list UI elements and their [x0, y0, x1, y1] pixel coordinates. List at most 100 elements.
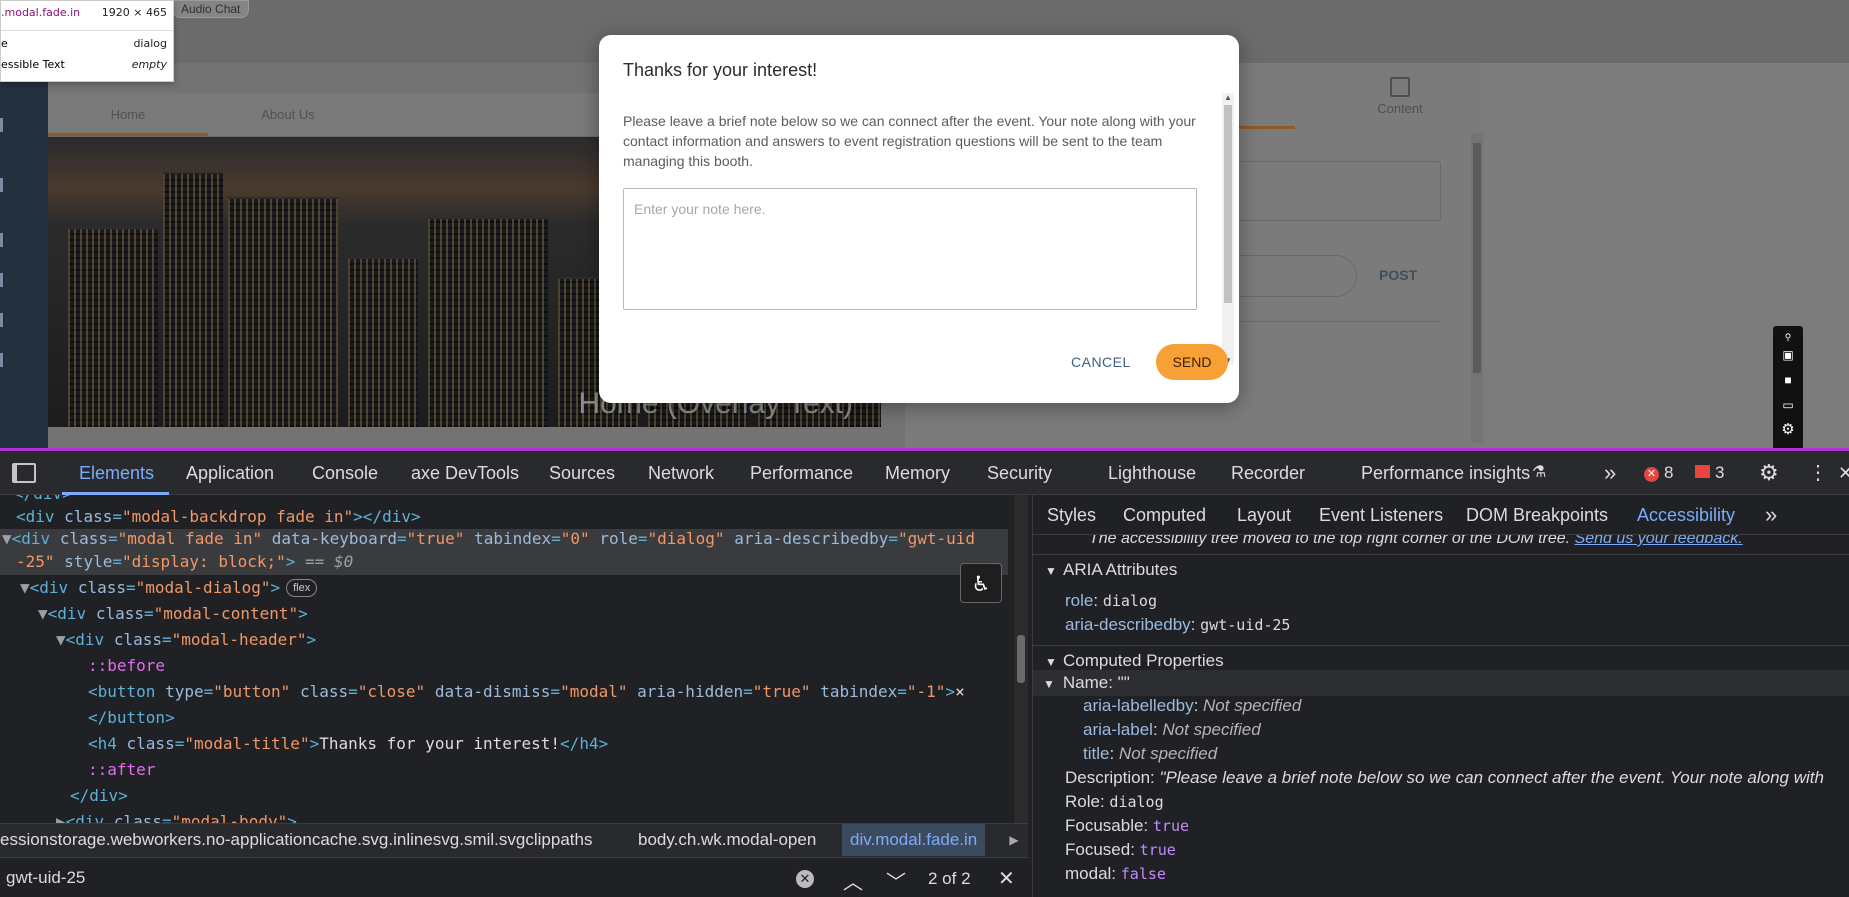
breadcrumb-item[interactable]: essionstorage.webworkers.no-applicationc…: [0, 824, 592, 856]
name-source-label: aria-label: Not specified: [1083, 720, 1261, 739]
accessibility-tree-toggle[interactable]: ♿: [960, 563, 1002, 603]
search-bar: gwt-uid-25 ✕ ︿ ﹀ 2 of 2 ✕: [0, 857, 1028, 897]
video-icon[interactable]: ■: [1779, 373, 1797, 387]
device-toggle-icon[interactable]: [12, 463, 36, 483]
dom-line-selected[interactable]: ▼<div class="modal fade in" data-keyboar…: [2, 526, 975, 551]
tab-content[interactable]: Content: [1335, 77, 1465, 116]
note-textarea[interactable]: [623, 188, 1197, 310]
dom-line[interactable]: ▼<div class="modal-dialog"> flex: [20, 575, 318, 600]
tab-dom-breakpoints[interactable]: DOM Breakpoints: [1466, 495, 1608, 535]
name-row-highlight: [1033, 670, 1849, 696]
dom-line-selected[interactable]: -25" style="display: block;"> == $0: [16, 549, 353, 574]
scroll-up-icon[interactable]: ▲: [1224, 93, 1232, 102]
breadcrumb-item-selected[interactable]: div.modal.fade.in: [842, 824, 986, 856]
tab-about-us[interactable]: About Us: [218, 93, 358, 137]
dom-line[interactable]: ▶<div class="modal-body">: [56, 809, 297, 823]
gear-icon[interactable]: ⚙: [1779, 422, 1797, 437]
next-match-icon[interactable]: ﹀: [886, 866, 906, 895]
tab-event-listeners[interactable]: Event Listeners: [1319, 495, 1443, 535]
tab-recorder[interactable]: Recorder: [1231, 451, 1305, 495]
tab-security[interactable]: Security: [987, 451, 1052, 495]
dom-line[interactable]: </button>: [88, 705, 175, 730]
dom-line[interactable]: ▼<div class="modal-header">: [56, 627, 316, 652]
name-source-labelledby: aria-labelledby: Not specified: [1083, 696, 1302, 715]
dom-line[interactable]: <h4 class="modal-title">Thanks for your …: [88, 731, 608, 756]
breadcrumb-scroll-right-icon[interactable]: ▶: [1000, 824, 1028, 856]
aria-describedby: aria-describedby: gwt-uid-25: [1065, 615, 1291, 634]
dom-line[interactable]: ::after: [88, 757, 155, 782]
aria-role: role: dialog: [1065, 591, 1157, 610]
tab-network[interactable]: Network: [648, 451, 714, 495]
kebab-menu-icon[interactable]: ⋮: [1808, 451, 1828, 495]
close-search-icon[interactable]: ✕: [998, 866, 1015, 891]
tooltip-role-value: dialog: [133, 37, 167, 50]
tab-axe-devtools[interactable]: axe DevTools: [411, 451, 519, 495]
tab-performance[interactable]: Performance: [750, 451, 853, 495]
right-panel-scrollbar[interactable]: [1471, 133, 1483, 443]
audio-chat-tab[interactable]: Audio Chat: [172, 0, 250, 18]
tab-memory[interactable]: Memory: [885, 451, 950, 495]
modal-scrollbar[interactable]: ▲ ▼: [1222, 93, 1234, 365]
clear-search-icon[interactable]: ✕: [796, 870, 814, 888]
computed-role: Role: dialog: [1065, 792, 1164, 811]
dom-tree-scrollbar[interactable]: [1014, 495, 1028, 823]
computed-focusable: Focusable: true: [1065, 816, 1190, 835]
search-input[interactable]: gwt-uid-25: [6, 868, 85, 888]
previous-match-icon[interactable]: ︿: [843, 866, 863, 895]
side-pane: Styles Computed Layout Event Listeners D…: [1032, 495, 1849, 897]
camera-icon[interactable]: ▣: [1779, 348, 1797, 362]
dom-line[interactable]: ::before: [88, 653, 165, 678]
modal-title: Thanks for your interest!: [623, 60, 818, 80]
dom-line[interactable]: </div>: [70, 783, 128, 808]
tab-content-label: Content: [1377, 101, 1423, 116]
tooltip-size: 1920 × 465: [101, 6, 167, 19]
window-icon[interactable]: ▭: [1779, 398, 1797, 412]
flex-badge[interactable]: flex: [286, 579, 318, 597]
name-source-title: title: Not specified: [1083, 744, 1218, 763]
accessibility-icon: ♿: [973, 569, 989, 597]
devtools-tabbar: Elements Application Console axe DevTool…: [0, 451, 1849, 495]
tooltip-text-label: essible Text: [1, 58, 65, 71]
inspect-tooltip: .modal.fade.in 1920 × 465 e dialog essible…: [0, 0, 174, 82]
tab-computed[interactable]: Computed: [1123, 495, 1206, 535]
feedback-link[interactable]: Send us your feedback.: [1575, 535, 1743, 547]
error-icon: ✕: [1644, 467, 1659, 482]
tab-styles[interactable]: Styles: [1047, 495, 1096, 535]
issues-badge[interactable]: 3: [1695, 463, 1724, 483]
grid-icon: [1390, 77, 1410, 97]
breadcrumb-item[interactable]: body.ch.wk.modal-open: [638, 824, 816, 856]
send-button[interactable]: SEND: [1156, 344, 1228, 380]
cancel-button[interactable]: CANCEL: [1071, 354, 1131, 370]
dom-line[interactable]: <button type="button" class="close" data…: [88, 679, 965, 704]
tab-console[interactable]: Console: [312, 451, 378, 495]
expand-triangle-icon: ▼: [1043, 677, 1055, 691]
left-nav-strip: [0, 63, 48, 448]
errors-badge[interactable]: ✕ 8: [1644, 463, 1673, 483]
screen: { "page": { "audio_chat": "Audio Chat", …: [0, 0, 1849, 897]
tab-application[interactable]: Application: [186, 451, 274, 495]
link-icon[interactable]: ⚲: [1779, 330, 1797, 344]
tab-layout[interactable]: Layout: [1237, 495, 1291, 535]
tab-lighthouse[interactable]: Lighthouse: [1108, 451, 1196, 495]
computed-description: Description: "Please leave a brief note …: [1065, 768, 1824, 787]
issue-icon: [1695, 465, 1710, 478]
more-tabs-icon[interactable]: »: [1604, 451, 1616, 495]
tab-sources[interactable]: Sources: [549, 451, 615, 495]
modal-dialog: Thanks for your interest! ▲ ▼ Please lea…: [599, 35, 1239, 403]
dom-line[interactable]: ▼<div class="modal-content">: [38, 601, 308, 626]
aria-attributes-section[interactable]: ▼ ARIA Attributes: [1033, 554, 1849, 584]
close-devtools-icon[interactable]: ✕: [1838, 451, 1849, 495]
active-tab-underline: [48, 133, 208, 136]
devtools-panel: Elements Application Console axe DevTool…: [0, 448, 1849, 897]
tab-performance-insights[interactable]: Performance insights: [1361, 451, 1530, 495]
post-button[interactable]: POST: [1379, 267, 1417, 283]
computed-name[interactable]: ▼ Name: "": [1043, 671, 1130, 696]
computed-focused: Focused: true: [1065, 840, 1176, 859]
tab-home[interactable]: Home: [48, 93, 208, 137]
more-tabs-icon[interactable]: »: [1765, 495, 1777, 535]
tab-elements[interactable]: Elements: [79, 451, 154, 495]
flask-icon: ⚗: [1532, 464, 1547, 481]
recording-toolbar: ⚲ ▣ ■ ▭ ⚙: [1773, 326, 1803, 450]
settings-icon[interactable]: ⚙: [1759, 451, 1779, 495]
tab-accessibility[interactable]: Accessibility: [1637, 495, 1735, 535]
